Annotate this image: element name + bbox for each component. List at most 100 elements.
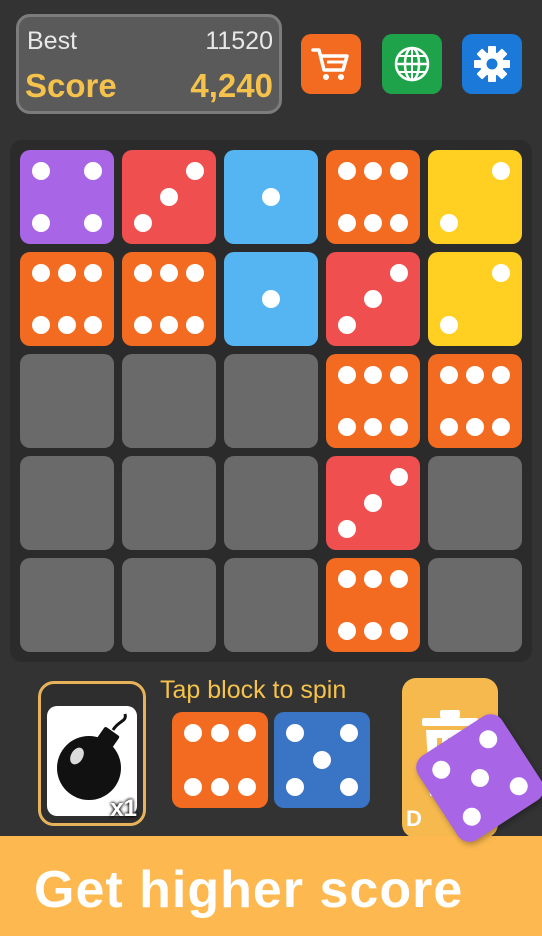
die-pip	[492, 418, 511, 437]
die-pip	[492, 263, 511, 282]
die-pip	[364, 214, 382, 233]
die-cell[interactable]	[122, 252, 216, 346]
die-pip	[364, 494, 382, 512]
die-pip	[364, 622, 382, 641]
cart-icon	[311, 48, 349, 80]
die-pip	[339, 724, 358, 743]
next-die-1[interactable]	[172, 712, 268, 808]
score-label: Score	[25, 67, 117, 104]
die-cell[interactable]	[20, 150, 114, 244]
die-cell[interactable]	[326, 354, 420, 448]
die-pip	[492, 161, 511, 180]
die-pip	[184, 777, 203, 796]
die-pip	[337, 365, 356, 384]
die-pip	[186, 263, 205, 282]
shop-button[interactable]	[301, 34, 361, 94]
die-cell[interactable]	[122, 150, 216, 244]
die-pip	[286, 724, 305, 743]
die-pip	[84, 316, 103, 335]
die-cell[interactable]	[224, 150, 318, 244]
die-pip	[364, 418, 382, 437]
die-pip	[390, 161, 409, 180]
die-pip	[186, 316, 205, 335]
die-pip	[286, 777, 305, 796]
die-pip	[390, 418, 409, 437]
die-pip	[492, 365, 511, 384]
die-cell[interactable]	[428, 354, 522, 448]
die-pip	[84, 161, 103, 180]
die-pip	[133, 214, 152, 233]
die-pip	[133, 316, 152, 335]
die-pip	[337, 569, 356, 588]
next-die-2[interactable]	[274, 712, 370, 808]
bomb-powerup-button[interactable]: x1	[38, 681, 146, 826]
empty-cell[interactable]	[20, 558, 114, 652]
die-cell[interactable]	[428, 252, 522, 346]
empty-cell[interactable]	[428, 558, 522, 652]
die-pip	[364, 569, 382, 588]
die-pip	[390, 263, 409, 282]
score-panel: Best 11520 Score 4,240	[16, 14, 282, 114]
die-pip	[31, 161, 50, 180]
die-cell[interactable]	[20, 252, 114, 346]
die-pip	[390, 569, 409, 588]
bomb-count: x1	[110, 795, 137, 822]
die-cell[interactable]	[326, 558, 420, 652]
empty-cell[interactable]	[20, 354, 114, 448]
die-pip	[31, 316, 50, 335]
die-pip	[313, 751, 331, 769]
globe-icon	[394, 46, 430, 82]
die-pip	[337, 316, 356, 335]
die-pip	[428, 757, 454, 783]
die-pip	[84, 214, 103, 233]
empty-cell[interactable]	[122, 456, 216, 550]
die-pip	[364, 290, 382, 308]
die-pip	[237, 724, 256, 743]
empty-cell[interactable]	[122, 558, 216, 652]
spin-hint: Tap block to spin	[160, 676, 347, 704]
die-cell[interactable]	[224, 252, 318, 346]
die-pip	[184, 724, 203, 743]
die-pip	[390, 622, 409, 641]
die-pip	[390, 467, 409, 486]
best-value: 11520	[205, 27, 273, 55]
die-pip	[58, 263, 76, 282]
die-pip	[262, 188, 280, 206]
die-pip	[466, 365, 484, 384]
empty-cell[interactable]	[122, 354, 216, 448]
die-pip	[337, 418, 356, 437]
die-pip	[31, 214, 50, 233]
die-pip	[186, 161, 205, 180]
die-pip	[337, 214, 356, 233]
die-pip	[466, 418, 484, 437]
die-pip	[439, 316, 458, 335]
gear-icon	[474, 46, 510, 82]
language-button[interactable]	[382, 34, 442, 94]
empty-cell[interactable]	[224, 456, 318, 550]
die-cell[interactable]	[326, 456, 420, 550]
empty-cell[interactable]	[224, 558, 318, 652]
discard-label: D	[406, 806, 422, 831]
die-pip	[237, 777, 256, 796]
empty-cell[interactable]	[428, 456, 522, 550]
die-pip	[160, 188, 178, 206]
die-pip	[337, 622, 356, 641]
die-pip	[262, 290, 280, 308]
die-pip	[506, 773, 532, 799]
die-pip	[133, 263, 152, 282]
die-pip	[211, 777, 229, 796]
game-board	[10, 140, 532, 662]
die-pip	[439, 214, 458, 233]
best-label: Best	[27, 27, 78, 55]
die-pip	[160, 316, 178, 335]
empty-cell[interactable]	[224, 354, 318, 448]
die-pip	[160, 263, 178, 282]
die-cell[interactable]	[428, 150, 522, 244]
die-pip	[364, 365, 382, 384]
settings-button[interactable]	[462, 34, 522, 94]
die-pip	[364, 161, 382, 180]
die-cell[interactable]	[326, 252, 420, 346]
empty-cell[interactable]	[20, 456, 114, 550]
score-value: 4,240	[190, 67, 273, 104]
die-cell[interactable]	[326, 150, 420, 244]
